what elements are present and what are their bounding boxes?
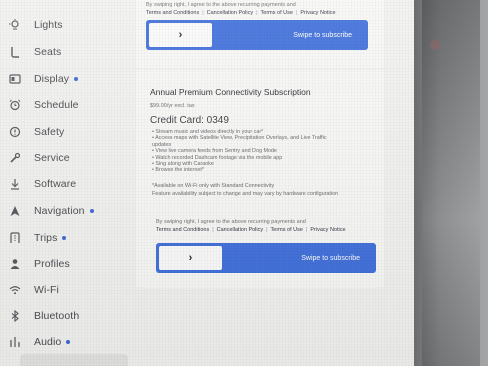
subscription-card: Annual Premium Connectivity Subscription…: [136, 70, 384, 288]
swipe-to-subscribe-slider[interactable]: › Swipe to subscribe: [146, 20, 368, 50]
swipe-label: Swipe to subscribe: [293, 31, 352, 39]
privacy-notice-link[interactable]: Privacy Notice: [310, 227, 345, 233]
subscription-price: $99.00/yr excl. tax: [150, 103, 195, 109]
swipe-to-subscribe-slider[interactable]: › Swipe to subscribe: [156, 243, 376, 273]
sidebar-item-label: Lights: [34, 19, 63, 31]
download-icon: [8, 177, 22, 191]
terms-and-conditions-link[interactable]: Terms and Conditions: [146, 10, 199, 16]
feature-list: • Stream music and videos directly in yo…: [152, 129, 362, 174]
chevron-right-icon: ›: [178, 29, 183, 41]
sidebar-item-label: Navigation: [34, 205, 85, 217]
alarm-clock-icon: [8, 98, 22, 112]
sidebar-item-label: Trips: [34, 232, 58, 244]
chevron-right-icon: ›: [188, 252, 193, 264]
wrench-icon: [8, 151, 22, 165]
wifi-icon: [8, 283, 22, 297]
sidebar-item-label: Display: [34, 73, 70, 85]
display-icon: [8, 72, 22, 86]
sidebar-item-service[interactable]: Service: [8, 147, 70, 169]
footnote: Feature availability subject to change a…: [152, 190, 339, 197]
notification-dot: [62, 236, 67, 240]
footnote: *Available on Wi-Fi only with Standard C…: [152, 183, 275, 189]
subscription-title: Annual Premium Connectivity Subscription: [150, 87, 311, 97]
consent-text: By swiping right, I agree to the above r…: [146, 2, 336, 16]
credit-card-label: Credit Card: 0349: [150, 115, 229, 126]
sidebar-item-lights[interactable]: Lights: [8, 14, 63, 36]
subscription-card-top: By swiping right, I agree to the above r…: [136, 0, 384, 68]
consent-text: By swiping right, I agree to the above r…: [156, 219, 346, 233]
sidebar-item-label: Seats: [34, 46, 62, 58]
sidebar-item-bluetooth[interactable]: Bluetooth: [8, 305, 79, 327]
privacy-notice-link[interactable]: Privacy Notice: [300, 10, 335, 16]
notification-dot: [74, 77, 79, 81]
settings-sidebar: Lights Seats Display Schedule Safety Ser…: [0, 0, 132, 366]
feature-item: • Browse the internet*: [152, 167, 204, 174]
swipe-handle[interactable]: ›: [149, 23, 212, 47]
sidebar-item-software[interactable]: Software: [8, 173, 76, 195]
sidebar-item-seats[interactable]: Seats: [8, 41, 61, 63]
sidebar-item-audio[interactable]: Audio: [8, 331, 71, 353]
profile-icon: [8, 257, 22, 271]
sidebar-item-label: Software: [34, 178, 77, 190]
seat-icon: [8, 45, 22, 59]
sidebar-item-trips[interactable]: Trips: [8, 227, 67, 249]
cancellation-policy-link[interactable]: Cancellation Policy: [207, 10, 253, 16]
bluetooth-icon: [8, 309, 22, 323]
terms-of-use-link[interactable]: Terms of Use: [261, 10, 293, 16]
audio-icon: [8, 335, 22, 349]
sidebar-item-wifi[interactable]: Wi-Fi: [8, 279, 59, 301]
screen-bezel: [414, 0, 488, 366]
lightbulb-icon: [8, 18, 22, 32]
sidebar-item-label: Profiles: [34, 258, 70, 270]
safety-icon: [8, 125, 22, 139]
sidebar-item-label: Schedule: [34, 99, 79, 111]
trips-icon: [8, 231, 22, 245]
sidebar-item-safety[interactable]: Safety: [8, 121, 64, 143]
sidebar-item-profiles[interactable]: Profiles: [8, 253, 70, 275]
notification-dot: [66, 340, 71, 344]
notification-dot: [89, 209, 94, 213]
sidebar-item-navigation[interactable]: Navigation: [8, 200, 94, 222]
upgrades-content: By swiping right, I agree to the above r…: [136, 0, 386, 366]
sidebar-active-highlight: [20, 354, 128, 366]
navigation-arrow-icon: [8, 204, 22, 218]
touchscreen: Lights Seats Display Schedule Safety Ser…: [0, 0, 414, 366]
sidebar-item-schedule[interactable]: Schedule: [8, 94, 79, 116]
terms-of-use-link[interactable]: Terms of Use: [271, 227, 303, 233]
terms-and-conditions-link[interactable]: Terms and Conditions: [156, 227, 209, 233]
swipe-label: Swipe to subscribe: [301, 254, 360, 262]
sidebar-item-label: Wi-Fi: [34, 284, 59, 296]
sidebar-item-label: Service: [34, 152, 70, 164]
footnotes: *Available on Wi-Fi only with Standard C…: [152, 183, 372, 198]
sidebar-item-label: Audio: [34, 336, 62, 348]
sidebar-item-label: Bluetooth: [34, 310, 80, 322]
cancellation-policy-link[interactable]: Cancellation Policy: [217, 227, 263, 233]
sidebar-item-display[interactable]: Display: [8, 68, 79, 90]
legal-links: Terms and Conditions | Cancellation Policy…: [146, 10, 336, 16]
swipe-handle[interactable]: ›: [159, 246, 222, 270]
sidebar-item-label: Safety: [34, 126, 65, 138]
legal-links: Terms and Conditions | Cancellation Policy…: [156, 227, 346, 233]
